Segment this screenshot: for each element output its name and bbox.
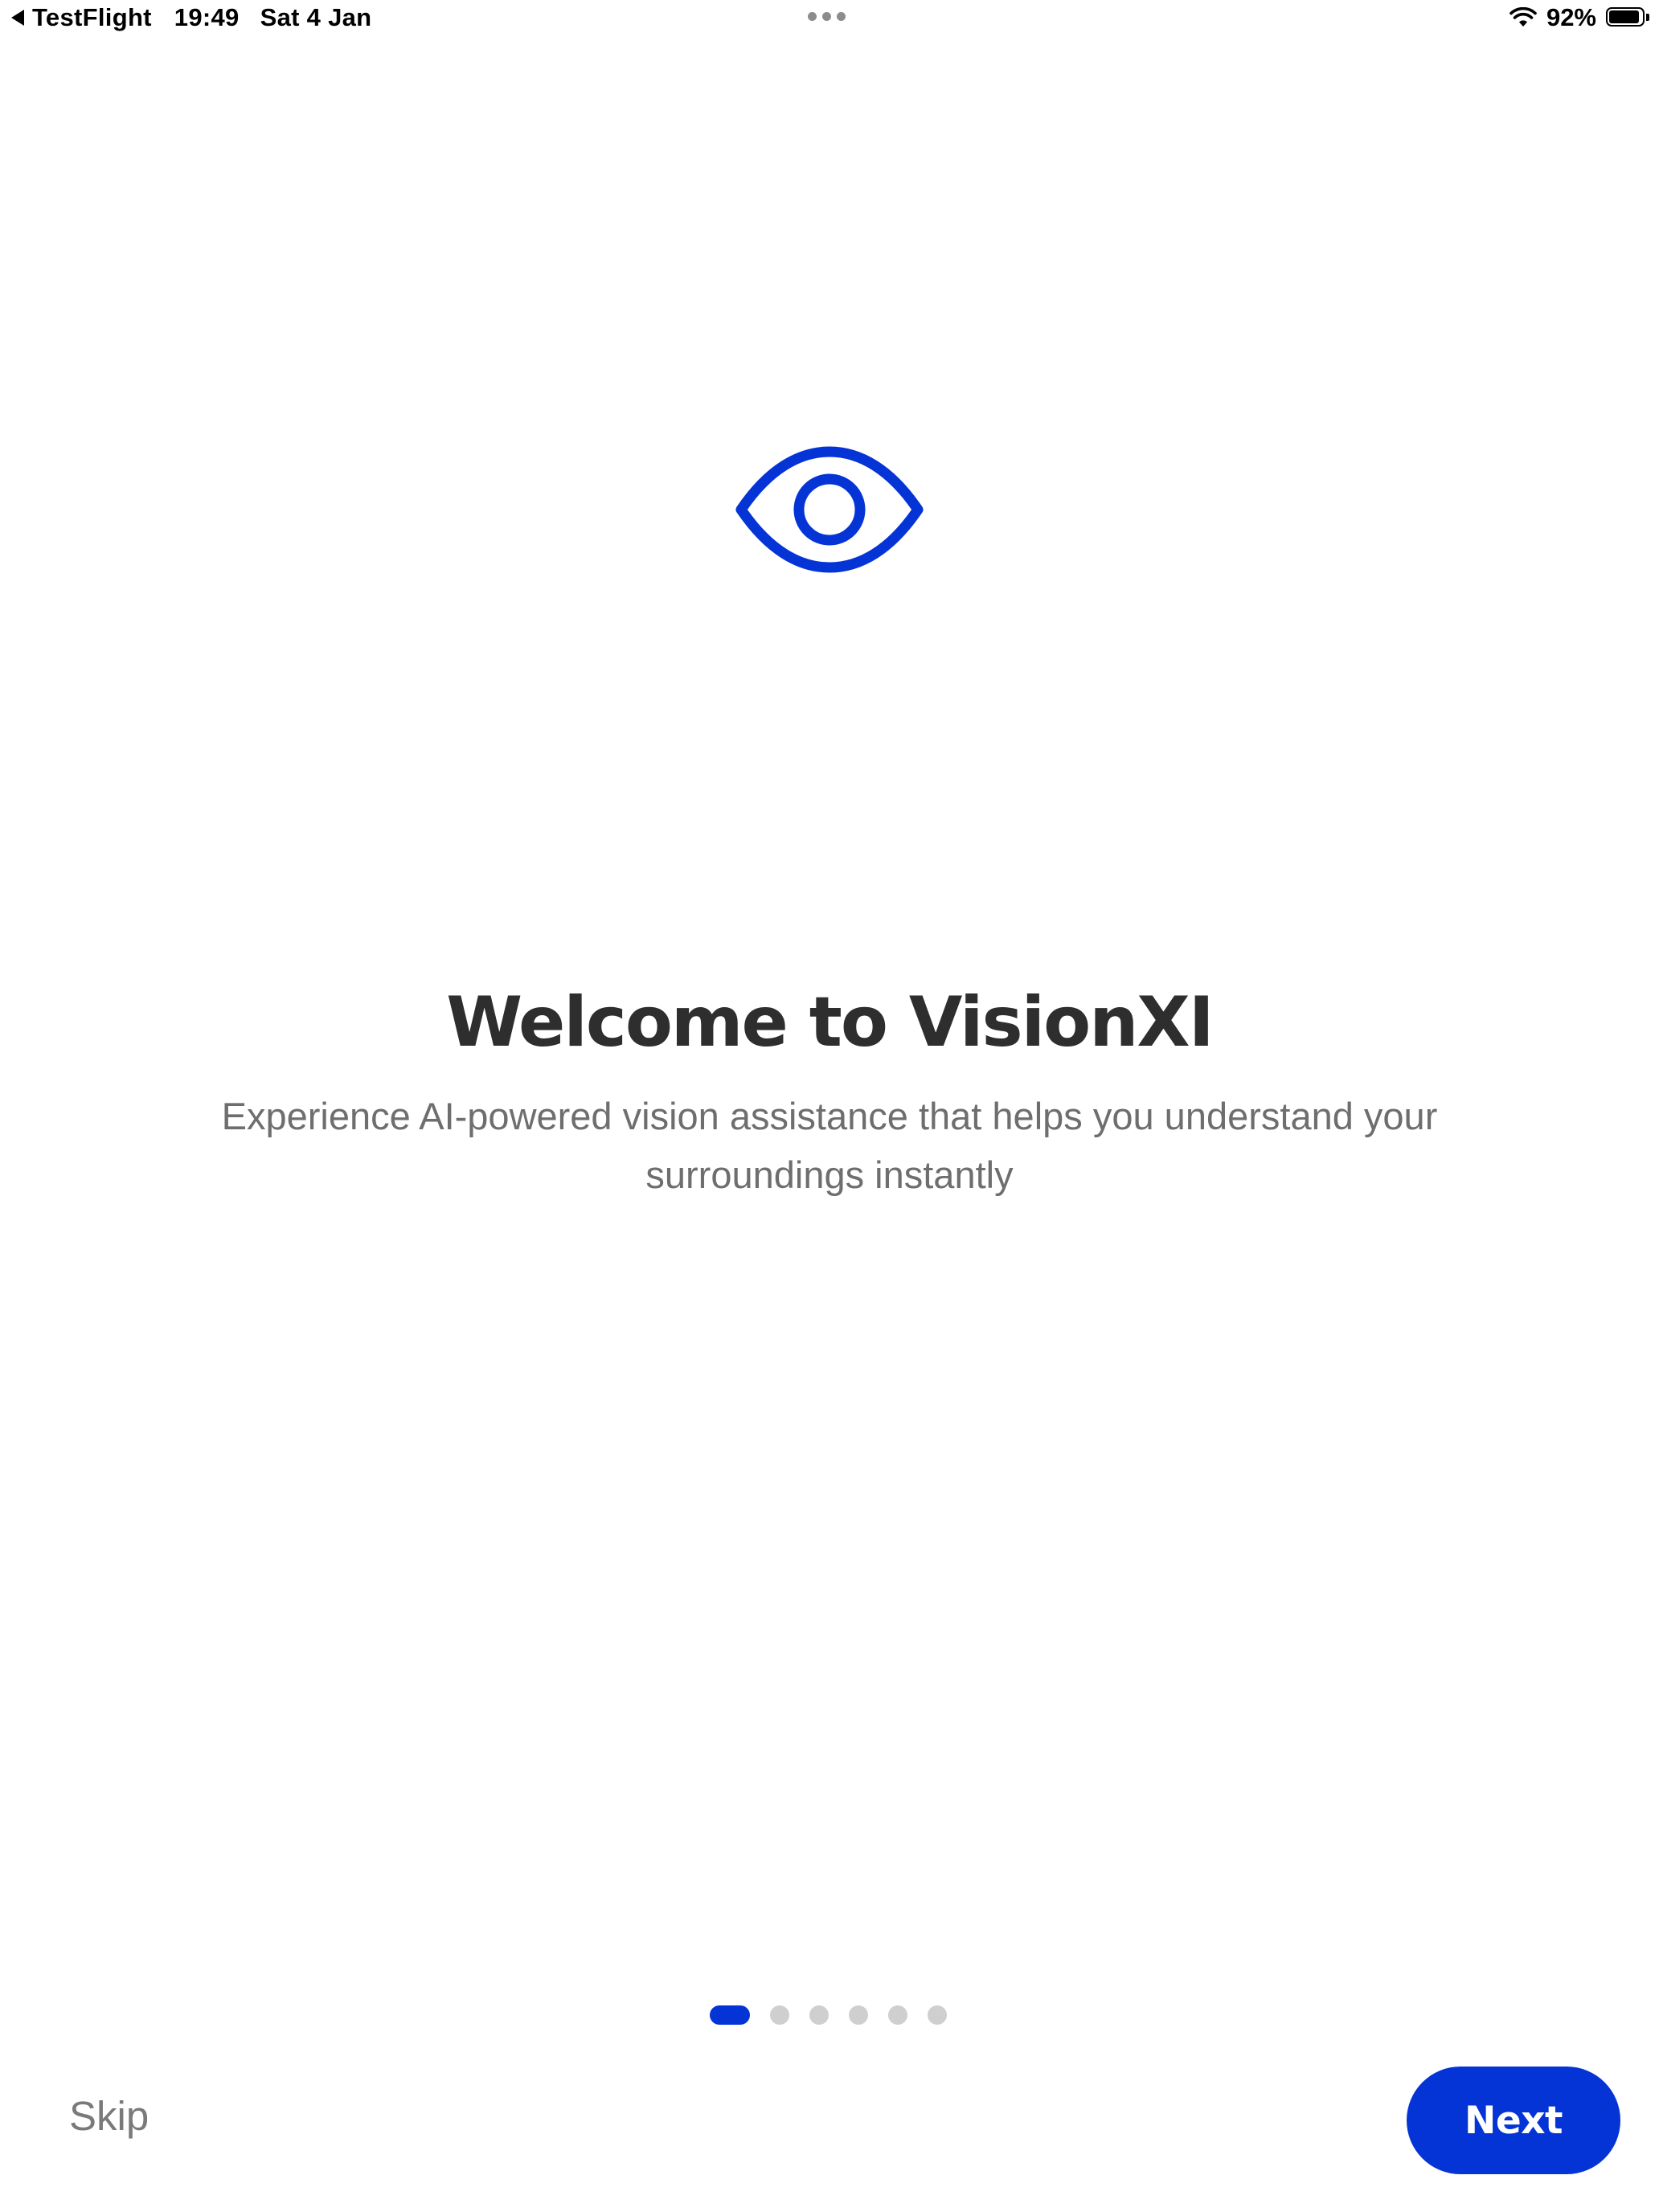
skip-button[interactable]: Skip	[69, 2092, 149, 2140]
multitasking-dot-icon	[808, 12, 817, 21]
battery-tip	[1646, 14, 1649, 21]
back-arrow-icon[interactable]	[11, 10, 24, 26]
wifi-icon	[1509, 7, 1537, 27]
page-dot[interactable]	[888, 2005, 907, 2025]
welcome-title: Welcome to VisionXI	[446, 982, 1214, 1063]
status-left: TestFlight 19:49 Sat 4 Jan	[11, 3, 371, 32]
page-indicator	[710, 2005, 947, 2025]
multitasking-dot-icon	[822, 12, 831, 21]
page-dot[interactable]	[809, 2005, 829, 2025]
status-time: 19:49	[174, 3, 240, 31]
battery-fill	[1609, 10, 1639, 23]
page-dot-active[interactable]	[710, 2005, 750, 2025]
multitasking-dot-icon	[837, 12, 846, 21]
status-bar: TestFlight 19:49 Sat 4 Jan 92%	[0, 0, 1659, 39]
page-dot[interactable]	[770, 2005, 789, 2025]
status-date: Sat 4 Jan	[260, 3, 372, 31]
battery-icon	[1606, 7, 1651, 28]
page-dot[interactable]	[928, 2005, 947, 2025]
status-right: 92%	[1509, 3, 1651, 32]
back-to-app-link[interactable]: TestFlight	[32, 3, 152, 32]
next-button[interactable]: Next	[1407, 2067, 1620, 2174]
page-dot[interactable]	[849, 2005, 868, 2025]
welcome-subtitle: Experience AI-powered vision assistance …	[221, 1095, 1438, 1196]
battery-percent: 92%	[1546, 3, 1596, 31]
eye-icon	[735, 446, 924, 573]
multitasking-handle[interactable]	[808, 12, 846, 21]
